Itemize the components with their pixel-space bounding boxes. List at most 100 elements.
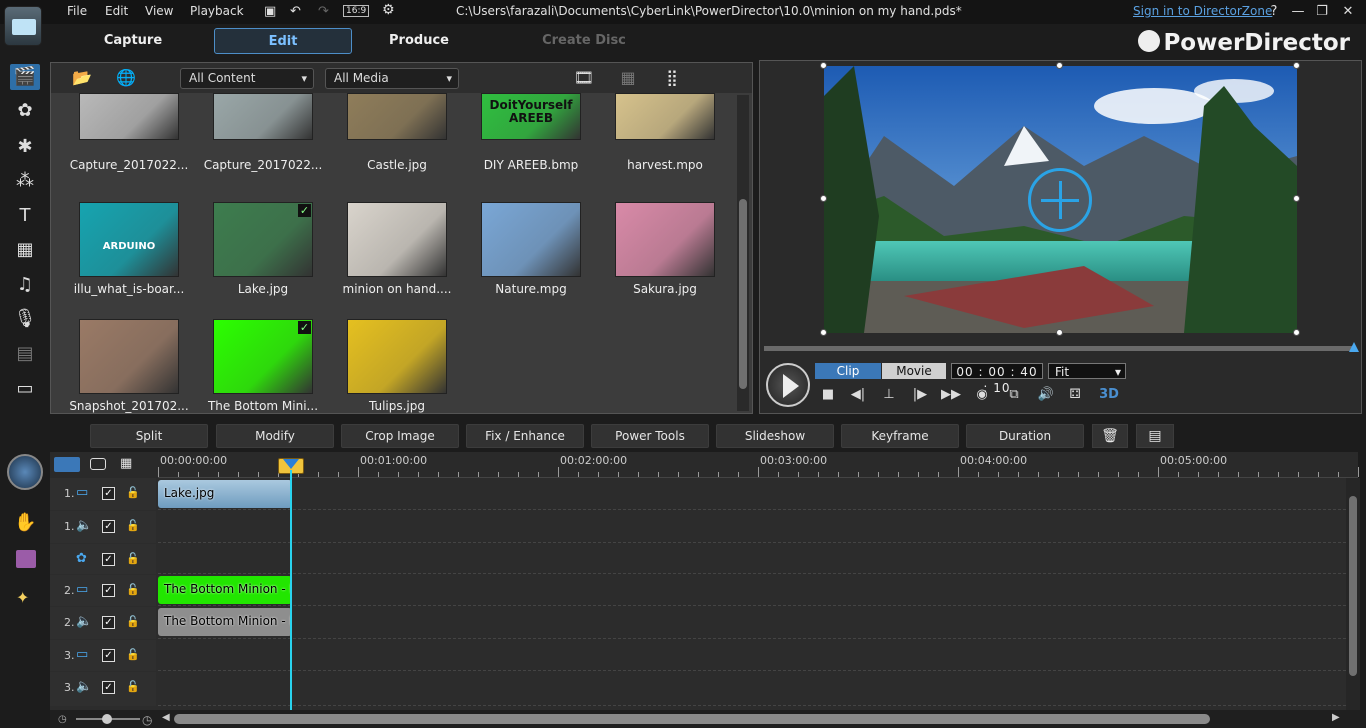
grid-lines-icon[interactable]: ⚃ [1065, 387, 1085, 403]
scene-detection-icon[interactable]: ▦ [615, 67, 641, 89]
resize-handle-tr[interactable] [1293, 62, 1300, 69]
edit-button[interactable]: Keyframe [841, 424, 959, 448]
delete-trash-icon[interactable]: 🗑 [1092, 424, 1128, 448]
media-item[interactable]: Capture_2017022... [198, 93, 328, 205]
add-track-icon[interactable]: ▦ [120, 456, 132, 471]
track-lane[interactable] [158, 511, 1346, 543]
resize-handle-r[interactable] [1293, 195, 1300, 202]
edit-button[interactable]: Fix / Enhance [466, 424, 584, 448]
previous-frame-icon[interactable]: ◀| [848, 387, 868, 403]
media-item[interactable]: Nature.mpg [466, 194, 596, 304]
menu-file[interactable]: File [67, 4, 87, 18]
add-to-timeline-icon[interactable]: 🎞 [571, 67, 597, 89]
content-filter-dropdown[interactable]: All Content [180, 68, 314, 89]
split-marker-icon[interactable]: ⊥ [879, 387, 899, 403]
zoom-in-icon[interactable]: ◷ [142, 713, 152, 727]
resize-handle-b[interactable] [1056, 329, 1063, 336]
track-lock-icon[interactable]: 🔓 [126, 648, 140, 661]
media-thumbnail[interactable] [615, 202, 715, 277]
sort-view-icon[interactable]: ⣿ [659, 67, 685, 89]
import-folder-icon[interactable]: 📂 [69, 67, 95, 89]
minimize-button[interactable]: — [1290, 4, 1306, 19]
media-item[interactable]: Castle.jpg [332, 93, 462, 205]
media-item[interactable]: Capture_2017022... [64, 93, 194, 205]
menu-view[interactable]: View [145, 4, 173, 18]
edit-button[interactable]: Crop Image [341, 424, 459, 448]
media-thumbnail[interactable] [347, 93, 447, 140]
menu-edit[interactable]: Edit [105, 4, 128, 18]
preview-seek-bar[interactable] [764, 346, 1354, 351]
track-lane[interactable] [158, 640, 1346, 671]
timecode-display[interactable]: 00 : 00 : 40 : 10 [951, 363, 1043, 395]
resize-handle-tl[interactable] [820, 62, 827, 69]
edit-button[interactable]: Duration [966, 424, 1084, 448]
zoom-slider-thumb[interactable] [102, 714, 112, 724]
track-lane[interactable] [158, 672, 1346, 706]
track-enable-checkbox[interactable]: ✓ [102, 553, 115, 566]
pip-objects-icon[interactable]: ✱ [10, 134, 40, 160]
3d-mode-button[interactable]: 3D [1094, 387, 1124, 403]
track-lock-icon[interactable]: 🔓 [126, 615, 140, 628]
time-ruler[interactable]: 00:00:00:00 00:01:00:00 00:02:00:00 00:03:0… [158, 452, 1359, 478]
stop-icon[interactable]: ■ [818, 387, 838, 403]
media-thumbnail[interactable] [213, 93, 313, 140]
track-lane[interactable] [158, 478, 1346, 510]
snapshot-camera-icon[interactable]: ◉ [972, 387, 992, 403]
menu-playback[interactable]: Playback [190, 4, 244, 18]
scroll-right-arrow-icon[interactable]: ▶ [1332, 712, 1340, 723]
media-thumbnail[interactable]: ✓ [213, 202, 313, 277]
resize-handle-bl[interactable] [820, 329, 827, 336]
edit-button[interactable]: Power Tools [591, 424, 709, 448]
track-lock-icon[interactable]: 🔓 [126, 552, 140, 565]
volume-icon[interactable]: 🔊 [1036, 387, 1056, 403]
undo-icon[interactable]: ↶ [290, 4, 301, 19]
scroll-left-arrow-icon[interactable]: ◀ [162, 712, 170, 723]
resize-handle-t[interactable] [1056, 62, 1063, 69]
edit-button[interactable]: Modify [216, 424, 334, 448]
library-scrollbar[interactable] [737, 95, 749, 411]
tab-produce[interactable]: Produce [350, 28, 488, 54]
media-thumbnail[interactable] [347, 319, 447, 394]
track-enable-checkbox[interactable]: ✓ [102, 487, 115, 500]
magic-movie-wizard-icon[interactable] [7, 454, 43, 490]
maximize-button[interactable]: ❐ [1314, 4, 1330, 19]
media-item[interactable]: Sakura.jpg [600, 194, 730, 304]
movie-mode-tab[interactable]: Movie [882, 363, 946, 379]
redo-icon[interactable]: ↷ [318, 4, 329, 19]
zoom-fit-dropdown[interactable]: Fit ▾ [1048, 363, 1126, 379]
audio-mixing-icon[interactable]: ♫ [10, 272, 40, 298]
fx-room-icon[interactable]: ✿ [10, 98, 40, 124]
media-thumbnail[interactable] [79, 202, 179, 277]
track-lane[interactable] [158, 575, 1346, 606]
media-item[interactable]: ✓ The Bottom Mini... [198, 311, 328, 421]
resize-handle-l[interactable] [820, 195, 827, 202]
signin-directorzone-link[interactable]: Sign in to DirectorZone [1133, 4, 1272, 18]
media-item[interactable]: Tulips.jpg [332, 311, 462, 421]
storyboard-view-icon[interactable] [90, 458, 106, 470]
next-frame-icon[interactable]: |▶ [910, 387, 930, 403]
track-enable-checkbox[interactable]: ✓ [102, 584, 115, 597]
minion-video-clip[interactable]: The Bottom Minion - Fu [158, 576, 292, 604]
media-item[interactable]: Snapshot_201702... [64, 311, 194, 421]
track-lane[interactable] [158, 607, 1346, 639]
track-enable-checkbox[interactable]: ✓ [102, 649, 115, 662]
settings-gear-icon[interactable]: ⚙ [382, 2, 395, 18]
tab-create-disc[interactable]: Create Disc [515, 28, 653, 54]
track-lock-icon[interactable]: 🔓 [126, 583, 140, 596]
lake-clip[interactable]: Lake.jpg [158, 480, 292, 508]
timeline-vertical-scrollbar[interactable] [1346, 478, 1360, 710]
minion-audio-clip[interactable]: The Bottom Minion - Fu [158, 608, 292, 636]
media-item[interactable]: harvest.mpo [600, 93, 730, 205]
save-icon[interactable]: ▣ [264, 4, 276, 19]
download-globe-icon[interactable]: 🌐 [113, 67, 139, 89]
media-thumbnail[interactable]: ✓ [213, 319, 313, 394]
track-lock-icon[interactable]: 🔓 [126, 680, 140, 693]
aspect-ratio-select[interactable]: 16:9 [343, 5, 370, 17]
media-thumbnail[interactable] [347, 202, 447, 277]
edit-button[interactable]: Split [90, 424, 208, 448]
media-item[interactable]: minion on hand.... [332, 194, 462, 304]
hand-tool-icon[interactable]: ✋ [14, 512, 36, 533]
edit-button[interactable]: Slideshow [716, 424, 834, 448]
tab-edit[interactable]: Edit [214, 28, 352, 54]
media-filter-dropdown[interactable]: All Media [325, 68, 459, 89]
